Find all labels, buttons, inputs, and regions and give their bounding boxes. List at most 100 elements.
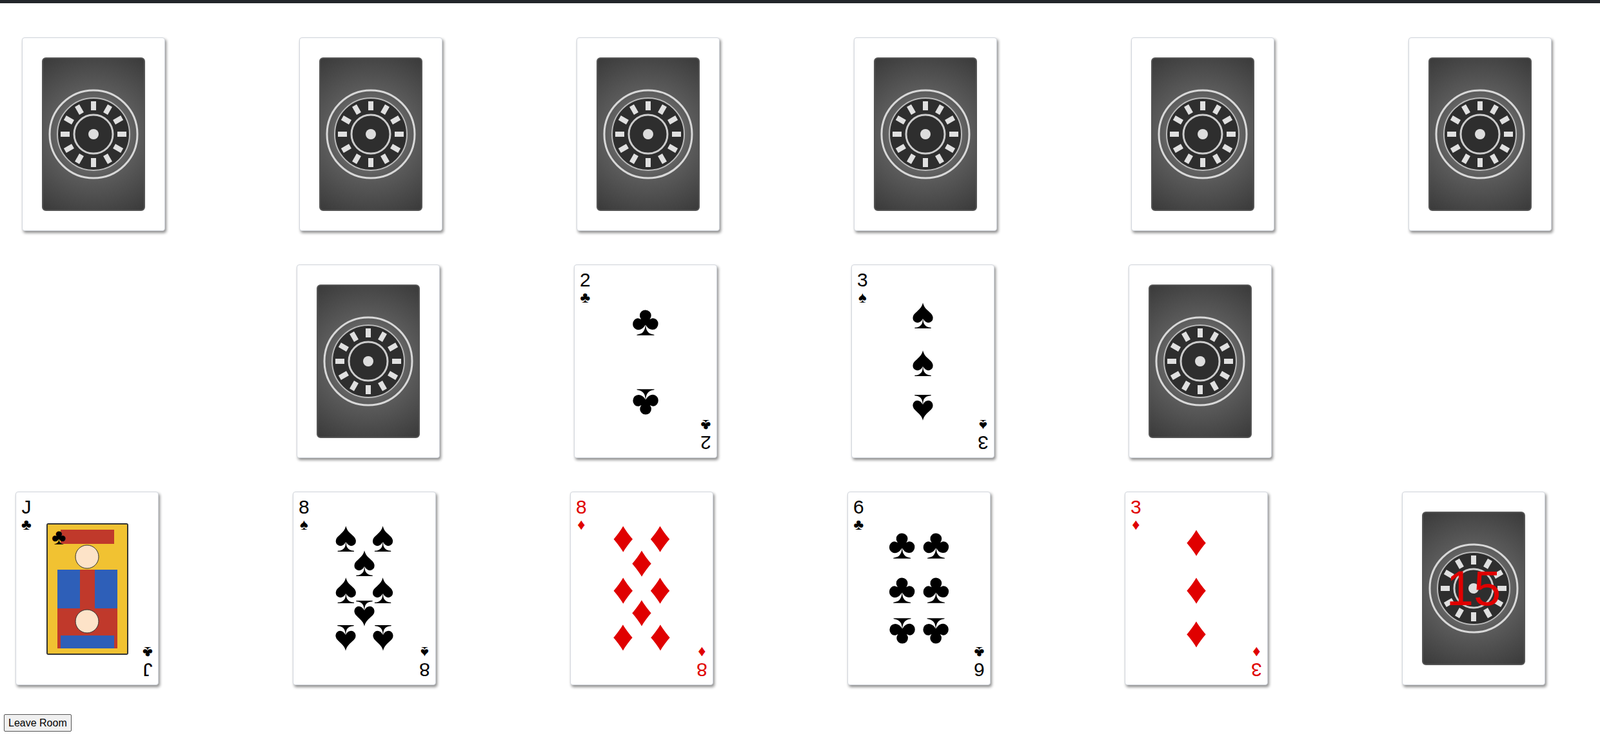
- card-back-pattern: [1148, 284, 1252, 438]
- card-rank: 3: [1251, 659, 1263, 680]
- card-rank: J: [21, 497, 31, 517]
- table-slot: 2♣2♣♣♣: [573, 264, 718, 458]
- card-corner: 6♣: [853, 497, 865, 533]
- playing-card[interactable]: 8♠8♠♠♠♠♠♠♠♠♠: [292, 491, 436, 685]
- player-hand: J♣J♣♣8♠8♠♠♠♠♠♠♠♠♠8♦8♦♦♦♦♦♦♦♦♦6♣6♣♣♣♣♣♣♣3…: [0, 491, 1600, 685]
- opponent-slot: [21, 37, 166, 231]
- card-rank: 8: [419, 659, 431, 680]
- opponent-slot: [853, 37, 998, 231]
- clock-pattern-icon: [599, 85, 697, 183]
- card-pip: ♠: [911, 339, 934, 383]
- card-suit: ♣: [142, 644, 153, 660]
- hand-slot: J♣J♣♣: [15, 491, 159, 685]
- clock-pattern-icon: [319, 312, 417, 410]
- card-suit: ♦: [577, 516, 585, 533]
- card-back-pattern: [41, 57, 146, 211]
- card-suit: ♣: [21, 516, 32, 533]
- leave-room-button[interactable]: Leave Room: [3, 713, 72, 732]
- card-corner: 8♠: [419, 644, 431, 680]
- card-back-pattern: 15: [1422, 511, 1526, 665]
- card-back: [1128, 264, 1272, 458]
- card-pip: ♣: [922, 611, 950, 654]
- card-back: [21, 37, 166, 231]
- opponent-hand: [0, 37, 1600, 231]
- card-pip: ♦: [1185, 566, 1208, 610]
- table-row: 2♣2♣♣♣3♠3♠♠♠♠: [0, 264, 1600, 458]
- hand-slot: 8♦8♦♦♦♦♦♦♦♦♦: [570, 491, 714, 685]
- card-back-pattern: [1151, 57, 1255, 211]
- card-suit: ♣: [579, 289, 591, 306]
- card-rank: 8: [696, 659, 708, 680]
- table-slot: 3♠3♠♠♠♠: [851, 264, 995, 458]
- card-pip: ♣: [922, 522, 950, 565]
- card-suit: ♣: [853, 516, 864, 533]
- card-pip: ♠: [334, 618, 358, 662]
- card-back: [576, 37, 720, 231]
- opponent-slot: [1131, 37, 1275, 231]
- card-corner: 8♠: [298, 497, 310, 533]
- card-back-pattern: [596, 57, 700, 211]
- card-corner: 3♠: [857, 270, 869, 306]
- card-corner: 8♦: [575, 497, 587, 533]
- card-rank: 3: [857, 270, 869, 290]
- opponent-slot: [299, 37, 443, 231]
- deck-count: 15: [1446, 563, 1502, 613]
- card-back: [296, 264, 440, 458]
- card-corner: 3♦: [1130, 497, 1142, 533]
- table-slot: [1128, 264, 1272, 458]
- card-rank: 2: [579, 270, 591, 290]
- card-corner: J♣: [142, 644, 153, 680]
- playing-card[interactable]: 6♣6♣♣♣♣♣♣♣: [847, 491, 991, 685]
- card-corner: 3♦: [1251, 644, 1263, 680]
- face-picture: ♣: [46, 523, 129, 655]
- card-pip: ♣: [888, 566, 916, 610]
- playing-card[interactable]: 3♦3♦♦♦♦: [1124, 491, 1268, 685]
- opponent-slot: [1408, 37, 1552, 231]
- card-rank: 8: [298, 497, 310, 517]
- card-pip: ♠: [371, 618, 395, 662]
- card-pip: ♣: [631, 299, 660, 342]
- card-suit: ♦: [1131, 516, 1140, 533]
- hand-slot: 3♦3♦♦♦♦: [1124, 491, 1268, 685]
- card-corner: 3♠: [977, 417, 989, 453]
- card-back: [853, 37, 998, 231]
- card-back: [1131, 37, 1275, 231]
- card-rank: 6: [853, 497, 865, 517]
- playing-card[interactable]: 2♣2♣♣♣: [573, 264, 718, 458]
- deck-slot: 15: [1402, 491, 1546, 685]
- card-corner: 6♣: [973, 644, 985, 680]
- card-pip: ♦: [649, 618, 672, 662]
- table-slot: [19, 264, 163, 458]
- card-rank: 3: [1130, 497, 1142, 517]
- card-corner: 2♣: [700, 417, 712, 453]
- card-pip: ♦: [612, 618, 635, 662]
- card-back-pattern: [873, 57, 978, 211]
- card-suit: ♠: [420, 644, 429, 660]
- card-rank: 3: [977, 432, 989, 453]
- card-suit: ♠: [299, 516, 309, 533]
- card-back-pattern: [1428, 57, 1532, 211]
- card-back-pattern: [319, 57, 423, 211]
- table-slot: [1405, 264, 1550, 458]
- playing-card[interactable]: J♣J♣♣: [15, 491, 159, 685]
- clock-pattern-icon: [1431, 85, 1529, 183]
- card-pip: ♣: [922, 566, 950, 610]
- hand-slot: 6♣6♣♣♣♣♣♣♣: [847, 491, 991, 685]
- card-corner: 2♣: [579, 270, 591, 306]
- card-pip: ♠: [911, 292, 934, 335]
- hand-slot: 8♠8♠♠♠♠♠♠♠♠♠: [292, 491, 436, 685]
- card-rank: 8: [575, 497, 587, 517]
- clock-pattern-icon: [877, 85, 974, 183]
- deck[interactable]: 15: [1402, 491, 1546, 685]
- playing-card[interactable]: 8♦8♦♦♦♦♦♦♦♦♦: [570, 491, 714, 685]
- card-pip: ♦: [1185, 615, 1208, 658]
- playing-card[interactable]: 3♠3♠♠♠♠: [851, 264, 995, 458]
- card-pip: ♣: [888, 522, 916, 565]
- card-suit: ♣: [701, 417, 712, 433]
- opponent-slot: [576, 37, 720, 231]
- top-bar: [0, 0, 1600, 4]
- card-suit: ♠: [858, 289, 867, 306]
- card-suit: ♣: [974, 644, 985, 660]
- card-corner: J♣: [21, 497, 32, 533]
- card-back-pattern: [316, 284, 420, 438]
